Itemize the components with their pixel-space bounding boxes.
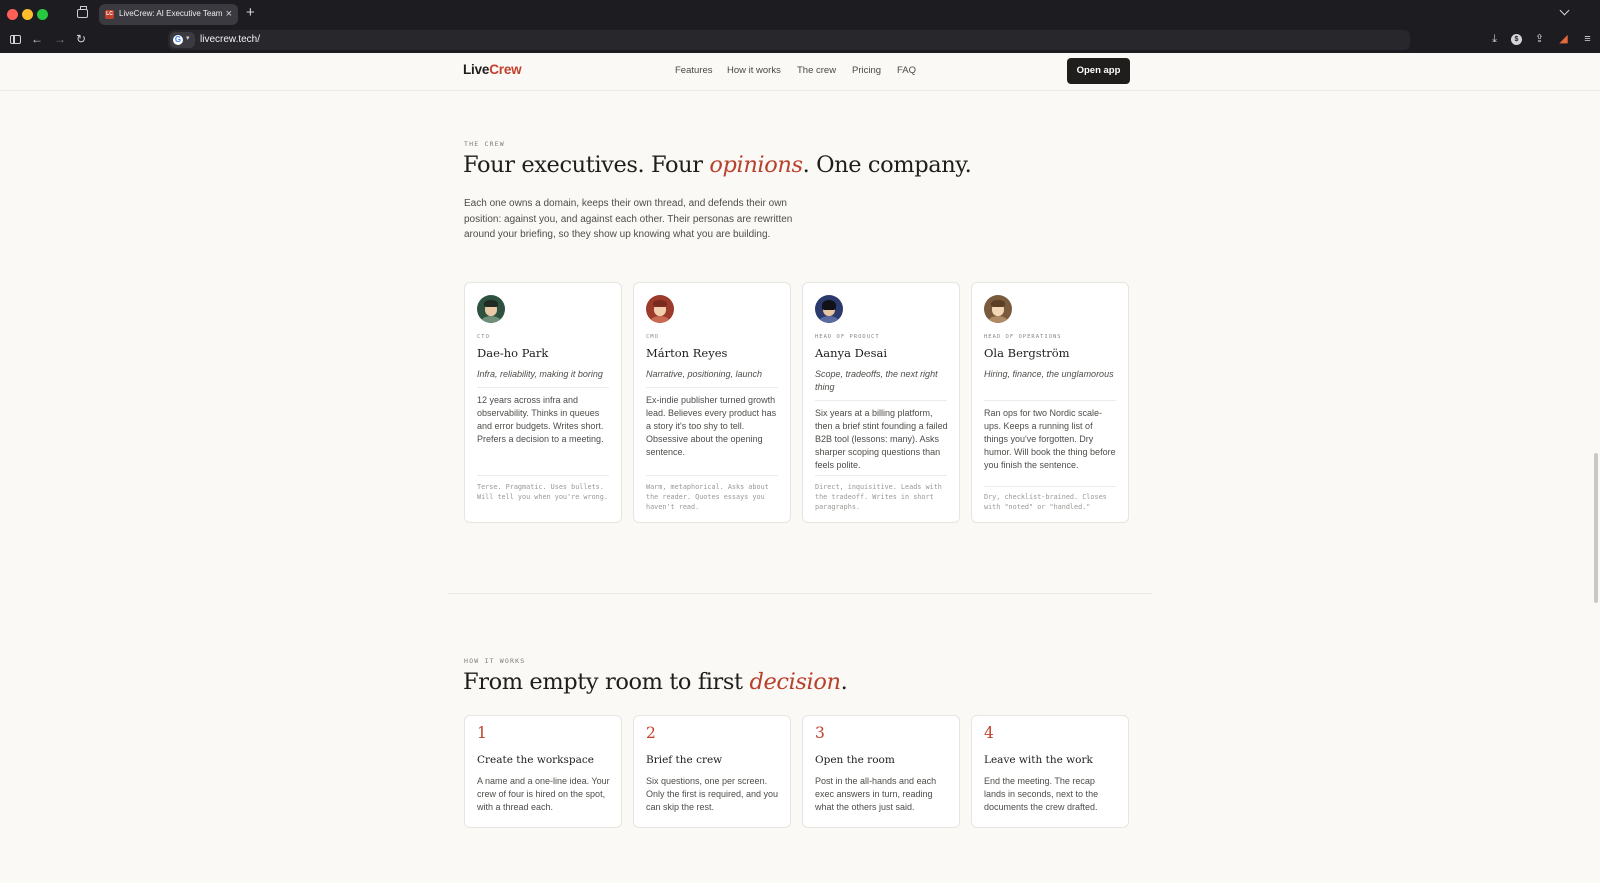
- exec-bio: Six years at a billing platform, then a …: [815, 408, 948, 470]
- exec-bio: Ran ops for two Nordic scale-ups. Keeps …: [984, 408, 1116, 470]
- url-text[interactable]: livecrew.tech/: [200, 34, 260, 45]
- close-window-button[interactable]: [7, 9, 18, 20]
- step-number: 1: [477, 724, 487, 742]
- crew-headline: Four executives. Four opinions. One comp…: [463, 152, 972, 178]
- sidebar-icon[interactable]: [10, 35, 21, 44]
- tab-list-chevron-icon[interactable]: [1560, 7, 1570, 17]
- exec-name: Dae-ho Park: [477, 346, 549, 360]
- step-title: Open the room: [815, 754, 895, 766]
- tab-title: LiveCrew: AI Executive Team: [119, 9, 223, 18]
- nav-link-faq[interactable]: FAQ: [897, 65, 916, 76]
- step-title: Create the workspace: [477, 754, 594, 766]
- open-app-button[interactable]: Open app: [1067, 58, 1130, 84]
- crew-intro: Each one owns a domain, keeps their own …: [464, 198, 793, 240]
- step-description: Post in the all-hands and each exec answ…: [815, 776, 937, 812]
- crew-card-cto: CTO Dae-ho Park Infra, reliability, maki…: [464, 282, 622, 523]
- site-info-button[interactable]: G ▾: [170, 32, 195, 48]
- divider: [815, 475, 947, 476]
- exec-voice: Direct, inquisitive. Leads with the trad…: [815, 483, 942, 511]
- browser-chrome: LC LiveCrew: AI Executive Team × + ← → ↻…: [0, 0, 1600, 53]
- role-label: HEAD OF PRODUCT: [815, 334, 880, 340]
- reload-icon[interactable]: ↻: [76, 32, 86, 46]
- step-card: 1 Create the workspace A name and a one-…: [464, 715, 622, 828]
- extension-icon[interactable]: $: [1511, 34, 1522, 45]
- step-description: End the meeting. The recap lands in seco…: [984, 776, 1099, 812]
- step-number: 3: [815, 724, 825, 742]
- tab-overview-icon[interactable]: [76, 6, 89, 20]
- section-divider: [448, 593, 1152, 594]
- menu-icon[interactable]: ≡: [1581, 33, 1594, 46]
- minimize-window-button[interactable]: [22, 9, 33, 20]
- tab-bar: LC LiveCrew: AI Executive Team × +: [0, 0, 1600, 28]
- divider: [646, 475, 778, 476]
- exec-voice: Terse. Pragmatic. Uses bullets. Will tel…: [477, 483, 608, 501]
- divider: [646, 387, 778, 388]
- page-scrollbar[interactable]: [1594, 453, 1598, 603]
- back-icon[interactable]: ←: [31, 32, 43, 46]
- step-title: Leave with the work: [984, 754, 1093, 766]
- browser-tab[interactable]: LC LiveCrew: AI Executive Team ×: [99, 4, 238, 25]
- site-logo[interactable]: LiveCrew: [463, 62, 522, 77]
- exec-name: Ola Bergström: [984, 346, 1070, 360]
- role-label: CMO: [646, 334, 659, 340]
- exec-bio: Ex-indie publisher turned growth lead. B…: [646, 395, 777, 457]
- exec-voice: Warm, metaphorical. Asks about the reade…: [646, 483, 769, 511]
- navigation-bar: ← → ↻ G ▾ livecrew.tech/ ⤓ $ ⇪ ◢ ≡: [0, 28, 1600, 53]
- extension-icon[interactable]: ◢: [1557, 33, 1570, 46]
- exec-name: Márton Reyes: [646, 346, 728, 360]
- step-card: 2 Brief the crew Six questions, one per …: [633, 715, 791, 828]
- role-label: CTO: [477, 334, 490, 340]
- exec-domain: Hiring, finance, the unglamorous: [984, 369, 1114, 379]
- role-label: HEAD OF OPERATIONS: [984, 334, 1062, 340]
- nav-link-pricing[interactable]: Pricing: [852, 65, 881, 76]
- step-description: Six questions, one per screen. Only the …: [646, 776, 779, 812]
- exec-name: Aanya Desai: [815, 346, 888, 360]
- avatar: [815, 295, 843, 323]
- step-card: 3 Open the room Post in the all-hands an…: [802, 715, 960, 828]
- step-description: A name and a one-line idea. Your crew of…: [477, 776, 610, 812]
- exec-domain: Infra, reliability, making it boring: [477, 369, 603, 379]
- divider: [477, 387, 609, 388]
- step-number: 2: [646, 724, 656, 742]
- divider: [984, 400, 1116, 401]
- forward-icon[interactable]: →: [54, 32, 66, 46]
- how-eyebrow: HOW IT WORKS: [464, 657, 526, 665]
- chevron-down-icon: ▾: [186, 35, 190, 42]
- web-page: LiveCrew Features How it works The crew …: [0, 53, 1600, 883]
- exec-domain: Scope, tradeoffs, the next right thing: [815, 369, 938, 392]
- download-icon[interactable]: ⤓: [1488, 33, 1501, 46]
- close-tab-icon[interactable]: ×: [226, 7, 232, 21]
- divider: [815, 400, 947, 401]
- avatar: [477, 295, 505, 323]
- step-card: 4 Leave with the work End the meeting. T…: [971, 715, 1129, 828]
- address-bar[interactable]: G ▾ livecrew.tech/: [168, 30, 1410, 50]
- exec-bio: 12 years across infra and observability.…: [477, 395, 604, 444]
- nav-link-the-crew[interactable]: The crew: [797, 65, 836, 76]
- avatar: [646, 295, 674, 323]
- share-icon[interactable]: ⇪: [1533, 33, 1546, 46]
- exec-voice: Dry, checklist-brained. Closes with "not…: [984, 493, 1107, 511]
- divider: [477, 475, 609, 476]
- step-number: 4: [984, 724, 994, 742]
- avatar: [984, 295, 1012, 323]
- divider: [984, 486, 1116, 487]
- exec-domain: Narrative, positioning, launch: [646, 369, 763, 379]
- google-icon: G: [173, 35, 183, 45]
- nav-link-how-it-works[interactable]: How it works: [727, 65, 781, 76]
- site-header: LiveCrew Features How it works The crew …: [0, 53, 1600, 91]
- crew-card-head-of-operations: HEAD OF OPERATIONS Ola Bergström Hiring,…: [971, 282, 1129, 523]
- maximize-window-button[interactable]: [37, 9, 48, 20]
- step-title: Brief the crew: [646, 754, 723, 766]
- crew-eyebrow: THE CREW: [464, 140, 505, 148]
- crew-card-cmo: CMO Márton Reyes Narrative, positioning,…: [633, 282, 791, 523]
- favicon-icon: LC: [105, 10, 114, 19]
- new-tab-icon[interactable]: +: [246, 5, 255, 21]
- crew-card-head-of-product: HEAD OF PRODUCT Aanya Desai Scope, trade…: [802, 282, 960, 523]
- nav-link-features[interactable]: Features: [675, 65, 713, 76]
- how-headline: From empty room to first decision.: [463, 669, 848, 695]
